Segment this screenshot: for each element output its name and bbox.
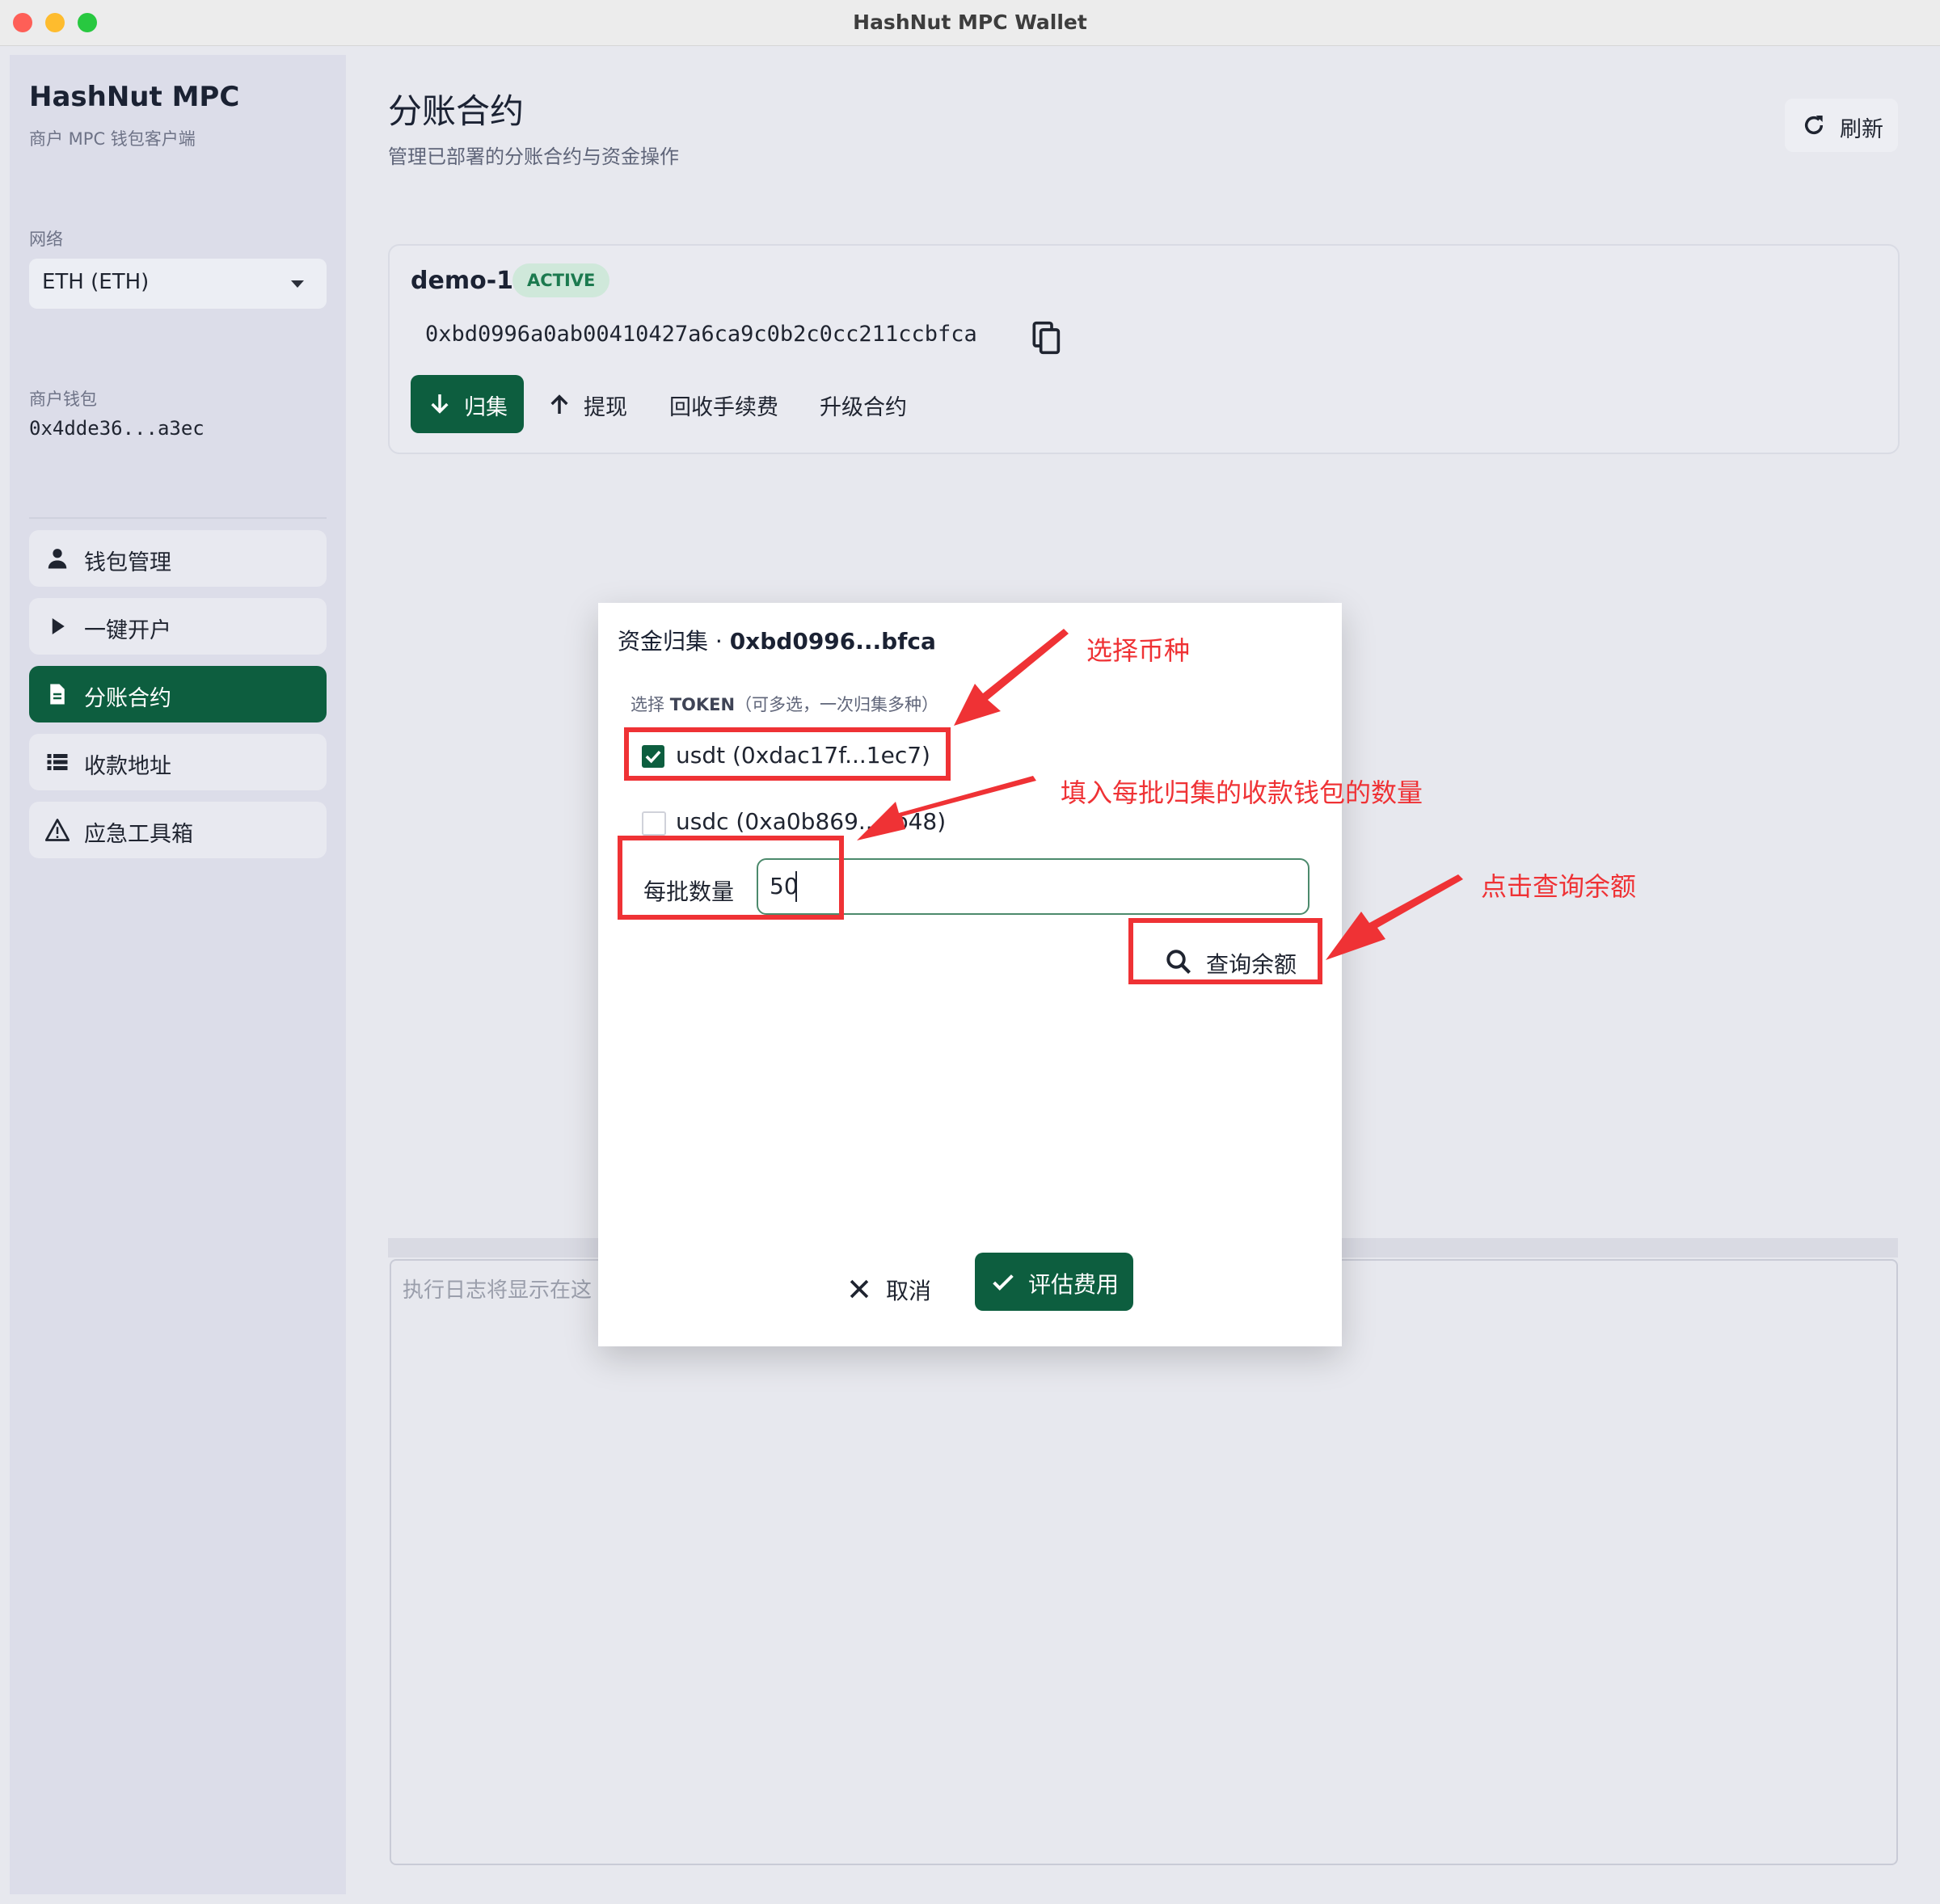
dialog-title-prefix: 资金归集 ·	[618, 628, 730, 655]
collect-button[interactable]: 归集	[411, 375, 524, 433]
sidebar-divider	[29, 517, 327, 519]
contract-address: 0xbd0996a0ab00410427a6ca9c0b2c0cc211ccbf…	[425, 322, 977, 347]
cancel-button[interactable]: 取消	[846, 1267, 943, 1312]
chevron-down-icon	[291, 280, 304, 288]
checkbox-unchecked-icon[interactable]	[642, 811, 666, 836]
refresh-icon	[1804, 116, 1824, 135]
cancel-label: 取消	[886, 1278, 932, 1304]
sidebar-item-label: 一键开户	[84, 618, 171, 643]
contract-name: demo-1	[411, 267, 514, 295]
page-title: 分账合约	[388, 91, 525, 131]
contract-card: demo-1 ACTIVE 0xbd0996a0ab00410427a6ca9c…	[388, 244, 1900, 454]
sidebar-item-label: 分账合约	[84, 686, 171, 711]
token-option-usdc[interactable]: usdc (0xa0b869...eb48)	[642, 807, 946, 839]
log-placeholder: 执行日志将显示在这	[403, 1278, 593, 1303]
list-icon	[47, 754, 68, 770]
window-title: HashNut MPC Wallet	[853, 11, 1087, 34]
annotation-fill-batch: 填入每批归集的收款钱包的数量	[1061, 777, 1423, 808]
sidebar-item-split-contract[interactable]: 分账合约	[29, 666, 327, 722]
sidebar-item-emergency-toolbox[interactable]: 应急工具箱	[29, 802, 327, 858]
close-icon	[850, 1279, 869, 1299]
sidebar-item-label: 收款地址	[84, 754, 171, 779]
sidebar-item-label: 应急工具箱	[84, 822, 193, 847]
person-icon	[48, 549, 67, 569]
document-icon	[50, 684, 65, 705]
token-label-usdc: usdc (0xa0b869...eb48)	[676, 808, 947, 835]
play-icon	[52, 618, 65, 634]
network-value: ETH (ETH)	[42, 270, 150, 294]
token-label-bold: TOKEN	[669, 695, 736, 714]
arrow-down-icon	[431, 394, 449, 414]
wallet-label: 商户钱包	[29, 390, 97, 409]
estimate-fee-label: 评估费用	[1028, 1271, 1120, 1298]
wallet-address: 0x4dde36...a3ec	[29, 417, 205, 440]
annotation-box-query	[1128, 918, 1322, 984]
status-badge: ACTIVE	[512, 263, 610, 297]
page-subtitle: 管理已部署的分账合约与资金操作	[388, 145, 679, 168]
annotation-click-query: 点击查询余额	[1481, 871, 1637, 902]
token-label-suffix: （可多选，一次归集多种）	[735, 695, 939, 714]
dialog-title-address: 0xbd0996...bfca	[729, 628, 936, 655]
warning-icon	[45, 819, 70, 841]
collect-label: 归集	[464, 395, 508, 420]
brand-subtitle: 商户 MPC 钱包客户端	[29, 129, 196, 149]
sidebar	[10, 55, 346, 1894]
annotation-box-token	[624, 727, 951, 781]
arrow-up-icon	[550, 394, 568, 414]
copy-icon[interactable]	[1031, 320, 1064, 356]
brand-title: HashNut MPC	[29, 81, 240, 113]
dialog-title: 资金归集 · 0xbd0996...bfca	[618, 624, 936, 656]
withdraw-label: 提现	[584, 395, 627, 420]
refresh-label: 刷新	[1840, 117, 1883, 142]
sidebar-item-receiving-address[interactable]: 收款地址	[29, 734, 327, 790]
sidebar-item-wallet-management[interactable]: 钱包管理	[29, 530, 327, 587]
network-select[interactable]: ETH (ETH)	[29, 259, 327, 309]
sidebar-item-label: 钱包管理	[84, 550, 171, 575]
estimate-fee-button[interactable]: 评估费用	[975, 1253, 1133, 1311]
check-icon	[993, 1274, 1014, 1291]
withdraw-button[interactable]: 提现	[546, 390, 635, 422]
sidebar-item-one-click-account[interactable]: 一键开户	[29, 598, 327, 655]
annotation-select-token: 选择币种	[1086, 635, 1191, 666]
refresh-button[interactable]: 刷新	[1785, 99, 1898, 152]
upgrade-contract-button[interactable]: 升级合约	[820, 390, 907, 421]
window-titlebar: HashNut MPC Wallet	[0, 0, 1940, 46]
execution-log[interactable]: 执行日志将显示在这	[390, 1259, 1898, 1865]
token-label-prefix: 选择	[630, 695, 670, 714]
token-label: 选择 TOKEN（可多选，一次归集多种）	[630, 692, 938, 716]
annotation-box-batch	[618, 836, 844, 920]
network-label: 网络	[29, 230, 63, 249]
reclaim-fee-button[interactable]: 回收手续费	[669, 390, 778, 421]
